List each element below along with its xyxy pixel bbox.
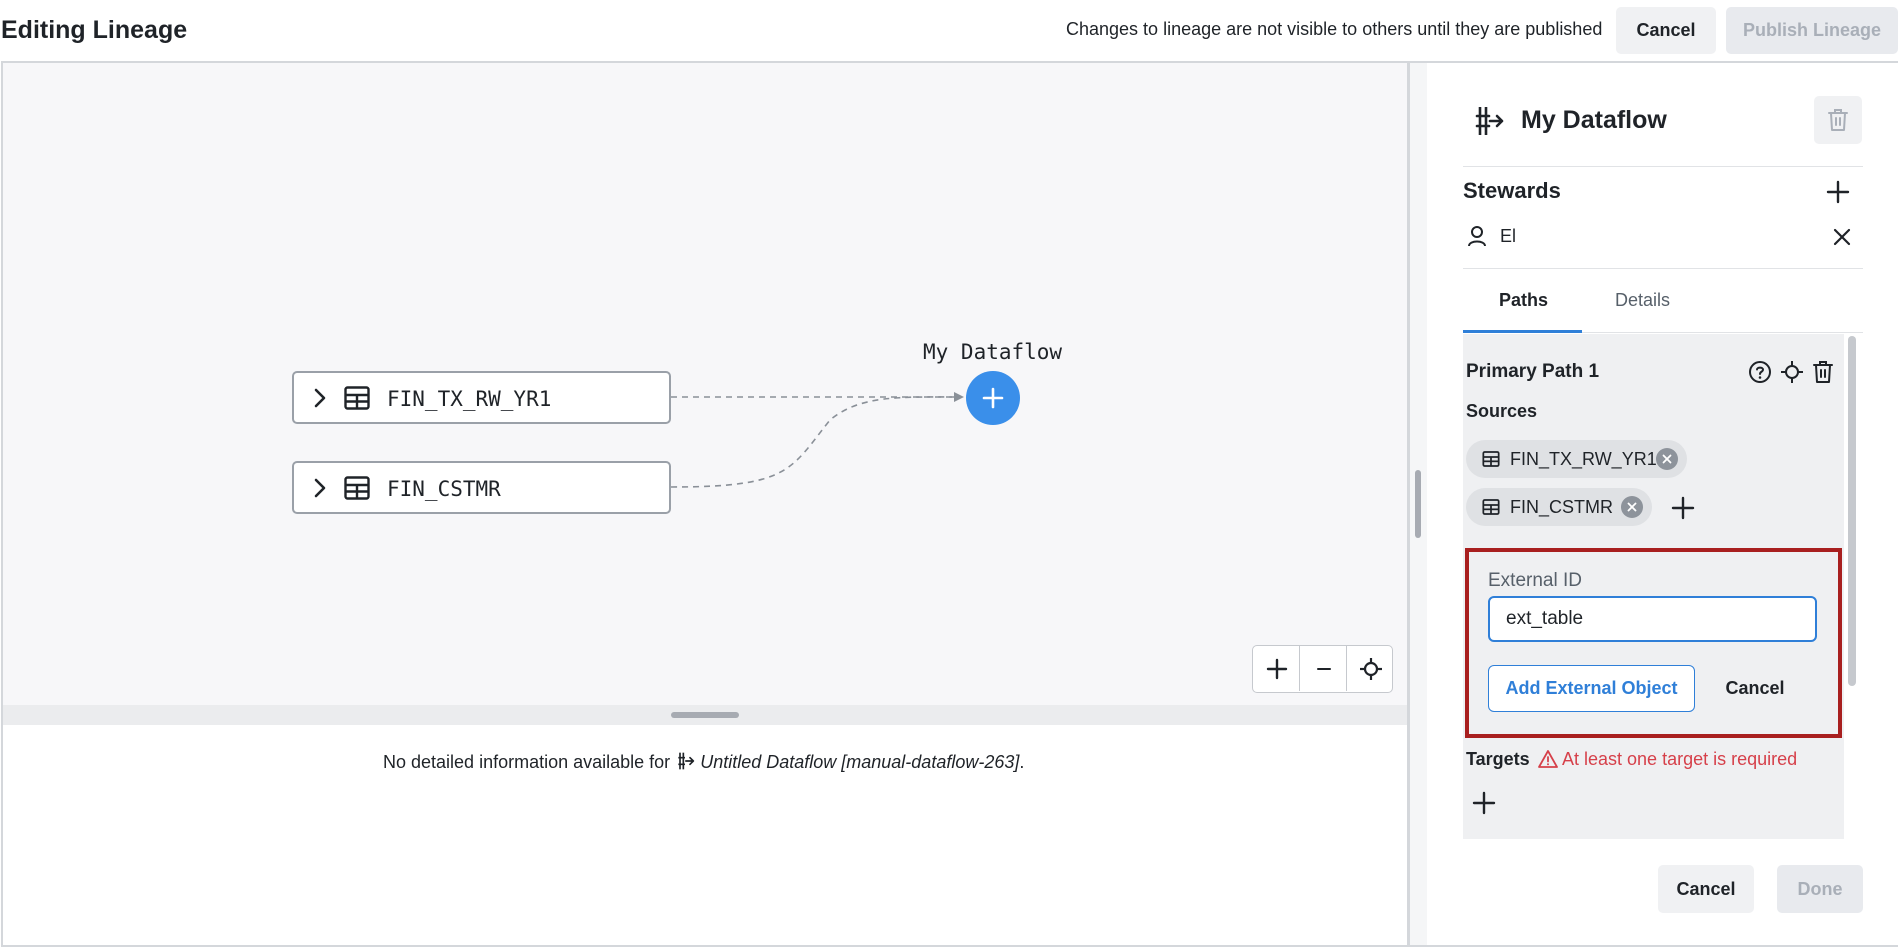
locate-path-icon[interactable] — [1780, 360, 1804, 389]
zoom-out-icon — [1316, 667, 1331, 670]
publish-lineage-button[interactable]: Publish Lineage — [1726, 7, 1898, 54]
steward-name: El — [1500, 226, 1517, 246]
no-details-prefix: No detailed information available for — [383, 752, 671, 772]
targets-warning: At least one target is required — [1562, 749, 1798, 769]
done-button[interactable]: Done — [1777, 865, 1863, 913]
close-icon — [1833, 228, 1851, 246]
plus-icon — [982, 387, 1004, 409]
graph-node-fin-tx-rw-yr1[interactable]: FIN_TX_RW_YR1 — [292, 371, 671, 424]
scrollbar[interactable] — [1848, 336, 1856, 686]
user-icon — [1467, 225, 1487, 252]
stewards-label: Stewards — [1463, 178, 1561, 203]
recenter-button[interactable] — [1347, 646, 1394, 691]
panel-title: My Dataflow — [1521, 106, 1667, 134]
graph-node-fin-cstmr[interactable]: FIN_CSTMR — [292, 461, 671, 514]
plus-icon — [1671, 496, 1695, 520]
zoom-in-icon — [1266, 658, 1287, 679]
help-icon[interactable] — [1748, 360, 1772, 389]
source-chip-fin-tx-rw-yr1: FIN_TX_RW_YR1 — [1466, 440, 1687, 478]
expand-chevron-icon[interactable] — [310, 477, 330, 504]
resize-handle[interactable] — [671, 712, 739, 718]
path-title: Primary Path 1 — [1466, 361, 1600, 382]
warning-icon — [1538, 749, 1558, 774]
cancel-external-button[interactable]: Cancel — [1712, 665, 1798, 712]
cancel-button[interactable]: Cancel — [1658, 865, 1754, 913]
side-resize-handle[interactable] — [1415, 470, 1421, 538]
source-label: FIN_TX_RW_YR1 — [1510, 449, 1657, 469]
add-steward-button[interactable] — [1826, 180, 1850, 209]
node-label: FIN_TX_RW_YR1 — [387, 387, 552, 411]
dataflow-icon — [675, 752, 700, 772]
lineage-edges — [670, 392, 964, 488]
table-icon — [1482, 499, 1500, 520]
plus-icon — [1826, 180, 1850, 204]
zoom-out-button[interactable] — [1300, 646, 1347, 691]
dataflow-node[interactable] — [966, 371, 1020, 425]
tab-details[interactable]: Details — [1615, 290, 1670, 311]
zoom-in-button[interactable] — [1253, 646, 1300, 691]
divider — [1463, 166, 1863, 167]
table-icon — [1482, 451, 1500, 472]
close-icon — [1627, 502, 1637, 512]
external-id-input[interactable] — [1488, 596, 1817, 642]
source-chip-fin-cstmr: FIN_CSTMR — [1466, 488, 1652, 526]
targets-label: Targets — [1466, 749, 1530, 769]
expand-chevron-icon[interactable] — [310, 387, 330, 414]
dataflow-name: Untitled Dataflow [manual-dataflow-263] — [700, 752, 1020, 772]
trash-icon — [1828, 109, 1848, 131]
remove-source-button[interactable] — [1621, 496, 1643, 518]
table-icon — [344, 476, 370, 505]
add-target-button[interactable] — [1472, 791, 1496, 820]
external-id-label: External ID — [1488, 570, 1582, 591]
source-label: FIN_CSTMR — [1510, 497, 1613, 517]
remove-steward-button[interactable] — [1832, 227, 1852, 252]
dataflow-node-label: My Dataflow — [923, 340, 1063, 364]
sources-label: Sources — [1466, 401, 1538, 421]
edge-arrowhead — [954, 392, 964, 402]
no-details-message: No detailed information available for Un… — [383, 751, 1024, 773]
recenter-icon — [1359, 657, 1382, 680]
dataflow-icon — [1471, 104, 1505, 143]
edge-fin-cstmr — [670, 396, 959, 488]
divider — [1463, 268, 1863, 269]
tab-paths[interactable]: Paths — [1499, 290, 1548, 311]
add-external-object-button[interactable]: Add External Object — [1488, 665, 1695, 712]
active-tab-indicator — [1463, 330, 1582, 333]
remove-source-button[interactable] — [1656, 448, 1678, 470]
zoom-controls — [1252, 645, 1393, 693]
table-icon — [344, 386, 370, 415]
delete-dataflow-button[interactable] — [1814, 96, 1862, 144]
plus-icon — [1472, 791, 1496, 815]
add-source-button[interactable] — [1671, 496, 1695, 525]
close-icon — [1662, 454, 1672, 464]
node-label: FIN_CSTMR — [387, 477, 501, 501]
delete-path-icon[interactable] — [1812, 360, 1834, 389]
cancel-editing-button[interactable]: Cancel — [1616, 7, 1716, 54]
no-details-suffix: . — [1019, 752, 1025, 772]
